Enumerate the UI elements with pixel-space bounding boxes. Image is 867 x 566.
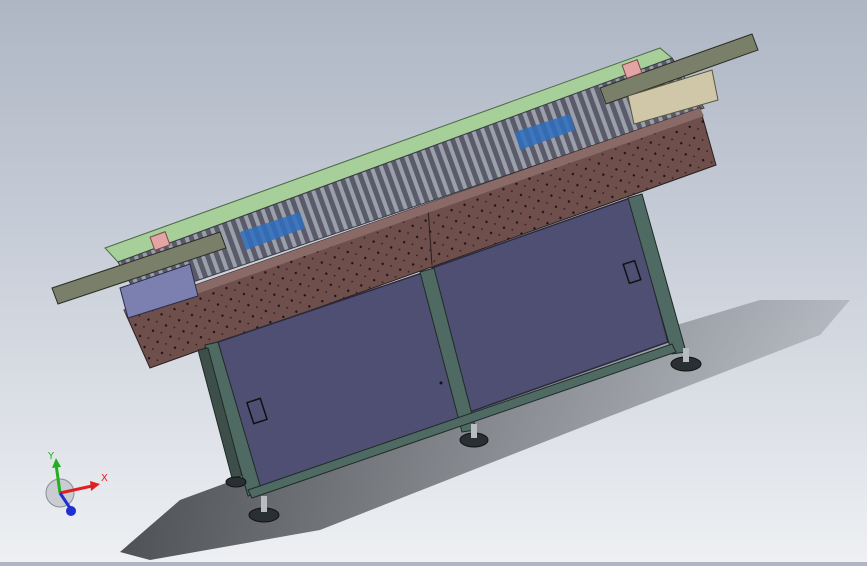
panel-screw-left <box>439 381 443 385</box>
triad-y-label: Y <box>47 451 55 462</box>
foot-back-left <box>225 476 247 488</box>
triad-x-arrow <box>90 481 100 491</box>
triad-z-ball <box>66 506 76 516</box>
foot-stem-front-mid <box>471 424 477 438</box>
foot-stem-front-right <box>683 348 689 362</box>
machine-model[interactable] <box>0 0 867 562</box>
3d-viewport[interactable] <box>0 0 867 562</box>
triad-x-label: X <box>101 473 108 484</box>
orientation-triad: Y X <box>38 448 118 523</box>
foot-stem-front-left <box>261 496 267 512</box>
